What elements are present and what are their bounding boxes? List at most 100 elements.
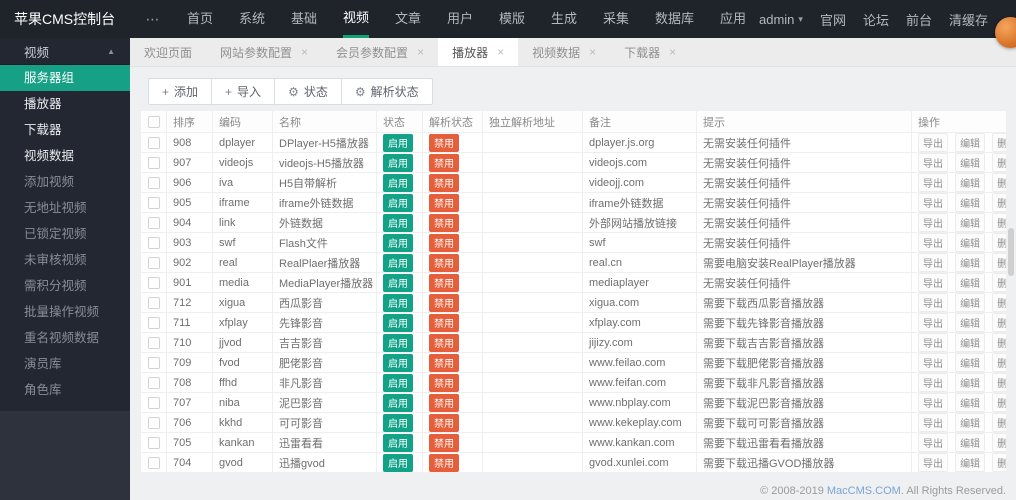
select-all-checkbox[interactable] [147, 115, 160, 128]
export-button[interactable]: 导出 [918, 153, 948, 172]
status-badge[interactable]: 启用 [383, 433, 413, 452]
row-checkbox[interactable] [147, 436, 160, 449]
export-button[interactable]: 导出 [918, 293, 948, 312]
delete-button[interactable]: 删除 [992, 213, 1006, 232]
row-checkbox[interactable] [147, 296, 160, 309]
status-badge[interactable]: 启用 [383, 133, 413, 152]
status-badge[interactable]: 启用 [383, 193, 413, 212]
sidebar-item[interactable]: 无地址视频 [0, 195, 130, 221]
row-checkbox[interactable] [147, 236, 160, 249]
topbar-link[interactable]: 清缓存 [949, 10, 988, 29]
sidebar-item[interactable]: 已锁定视频 [0, 221, 130, 247]
status-badge[interactable]: 启用 [383, 213, 413, 232]
topbar-link[interactable]: 前台 [906, 10, 932, 29]
delete-button[interactable]: 删除 [992, 453, 1006, 472]
tab[interactable]: 视频数据 × [518, 38, 610, 66]
delete-button[interactable]: 删除 [992, 313, 1006, 332]
parse-status-badge[interactable]: 禁用 [429, 373, 459, 392]
parse-status-badge[interactable]: 禁用 [429, 453, 459, 472]
parse-status-badge[interactable]: 禁用 [429, 273, 459, 292]
edit-button[interactable]: 编辑 [955, 233, 986, 252]
export-button[interactable]: 导出 [918, 453, 948, 472]
status-badge[interactable]: 启用 [383, 273, 413, 292]
row-checkbox[interactable] [147, 216, 160, 229]
sidebar-item[interactable]: 播放器 [0, 91, 130, 117]
row-checkbox[interactable] [147, 176, 160, 189]
edit-button[interactable]: 编辑 [955, 273, 986, 292]
tab-close-icon[interactable]: × [417, 45, 424, 59]
edit-button[interactable]: 编辑 [955, 433, 986, 452]
status-badge[interactable]: 启用 [383, 153, 413, 172]
delete-button[interactable]: 删除 [992, 353, 1006, 372]
export-button[interactable]: 导出 [918, 373, 948, 392]
nav-item[interactable]: 数据库 [655, 0, 694, 38]
parse-status-badge[interactable]: 禁用 [429, 193, 459, 212]
parse-status-badge[interactable]: 禁用 [429, 153, 459, 172]
edit-button[interactable]: 编辑 [955, 333, 986, 352]
import-button[interactable]: + 导入 [211, 78, 276, 105]
delete-button[interactable]: 删除 [992, 293, 1006, 312]
status-badge[interactable]: 启用 [383, 353, 413, 372]
delete-button[interactable]: 删除 [992, 133, 1006, 152]
row-checkbox[interactable] [147, 376, 160, 389]
delete-button[interactable]: 删除 [992, 253, 1006, 272]
edit-button[interactable]: 编辑 [955, 453, 986, 472]
status-badge[interactable]: 启用 [383, 253, 413, 272]
row-checkbox[interactable] [147, 456, 160, 469]
add-button[interactable]: + 添加 [148, 78, 213, 105]
delete-button[interactable]: 删除 [992, 173, 1006, 192]
export-button[interactable]: 导出 [918, 253, 948, 272]
edit-button[interactable]: 编辑 [955, 393, 986, 412]
row-checkbox[interactable] [147, 316, 160, 329]
row-checkbox[interactable] [147, 336, 160, 349]
export-button[interactable]: 导出 [918, 213, 948, 232]
row-checkbox[interactable] [147, 396, 160, 409]
nav-item[interactable]: 生成 [551, 0, 577, 38]
delete-button[interactable]: 删除 [992, 153, 1006, 172]
sidebar-item[interactable]: 演员库 [0, 351, 130, 377]
edit-button[interactable]: 编辑 [955, 133, 986, 152]
edit-button[interactable]: 编辑 [955, 173, 986, 192]
nav-item[interactable]: 视频 [342, 0, 369, 38]
parse-status-badge[interactable]: 禁用 [429, 433, 459, 452]
edit-button[interactable]: 编辑 [955, 413, 986, 432]
scrollbar-thumb[interactable] [1008, 228, 1014, 276]
delete-button[interactable]: 删除 [992, 233, 1006, 252]
tab[interactable]: 网站参数配置 × [206, 38, 322, 66]
edit-button[interactable]: 编辑 [955, 353, 986, 372]
user-menu[interactable]: admin ▾ [759, 12, 803, 27]
row-checkbox[interactable] [147, 256, 160, 269]
sidebar-item[interactable]: 批量操作视频 [0, 299, 130, 325]
parse-status-badge[interactable]: 禁用 [429, 413, 459, 432]
status-badge[interactable]: 启用 [383, 233, 413, 252]
export-button[interactable]: 导出 [918, 133, 948, 152]
export-button[interactable]: 导出 [918, 273, 948, 292]
tab-close-icon[interactable]: × [301, 45, 308, 59]
edit-button[interactable]: 编辑 [955, 253, 986, 272]
delete-button[interactable]: 删除 [992, 273, 1006, 292]
edit-button[interactable]: 编辑 [955, 213, 986, 232]
export-button[interactable]: 导出 [918, 413, 948, 432]
more-menu-icon[interactable]: ⋯ [132, 0, 174, 38]
tab-close-icon[interactable]: × [669, 45, 676, 59]
parse-status-badge[interactable]: 禁用 [429, 173, 459, 192]
nav-item[interactable]: 基础 [291, 0, 317, 38]
sidebar-item[interactable]: 服务器组 [0, 65, 130, 91]
tab-close-icon[interactable]: × [589, 45, 596, 59]
delete-button[interactable]: 删除 [992, 193, 1006, 212]
row-checkbox[interactable] [147, 196, 160, 209]
row-checkbox[interactable] [147, 276, 160, 289]
parse-status-badge[interactable]: 禁用 [429, 233, 459, 252]
parse-status-button[interactable]: ⚙ 解析状态 [340, 78, 433, 105]
status-badge[interactable]: 启用 [383, 393, 413, 412]
delete-button[interactable]: 删除 [992, 433, 1006, 452]
nav-item[interactable]: 用户 [447, 0, 473, 38]
tab[interactable]: 下载器 × [610, 38, 690, 66]
sidebar-item[interactable]: 重名视频数据 [0, 325, 130, 351]
nav-item[interactable]: 应用 [720, 0, 746, 38]
edit-button[interactable]: 编辑 [955, 293, 986, 312]
status-badge[interactable]: 启用 [383, 333, 413, 352]
delete-button[interactable]: 删除 [992, 413, 1006, 432]
export-button[interactable]: 导出 [918, 233, 948, 252]
export-button[interactable]: 导出 [918, 433, 948, 452]
